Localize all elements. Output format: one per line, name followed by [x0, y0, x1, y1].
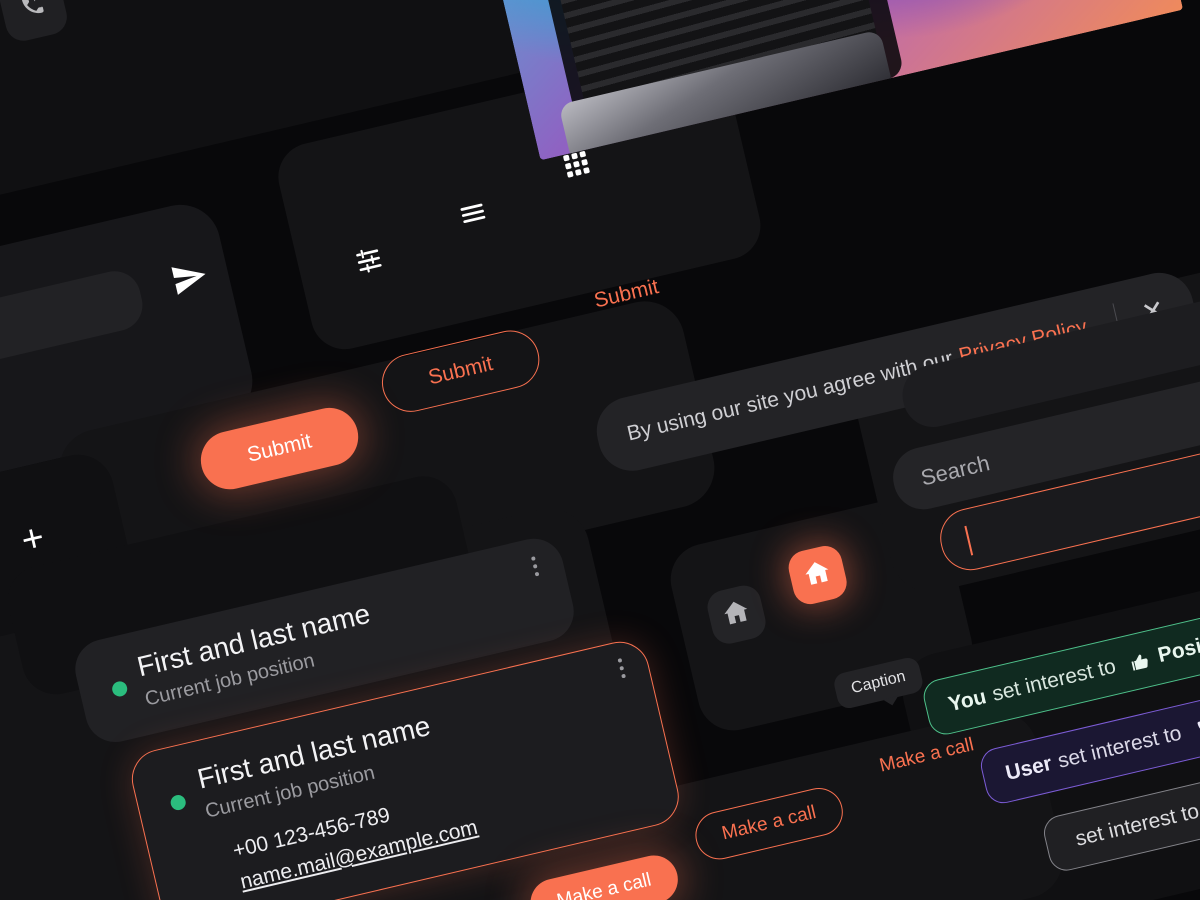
car-photo — [431, 0, 1184, 161]
status-actor: User — [1003, 751, 1055, 785]
status-value: Positive — [1155, 626, 1200, 668]
sliders-icon — [351, 242, 388, 283]
send-button[interactable] — [166, 253, 214, 301]
thumbs-up-icon — [1127, 647, 1153, 673]
more-options-icon[interactable] — [530, 556, 540, 577]
ui-kit-canvas: 1 new note Submit Submit Submit Label ✕ … — [0, 0, 1200, 900]
search-placeholder-text: Search — [918, 450, 993, 491]
status-actor: You — [946, 685, 989, 717]
media-image-car — [431, 0, 1184, 161]
screenshot-root: 1 new note Submit Submit Submit Label ✕ … — [0, 0, 1200, 900]
home-icon — [718, 594, 755, 635]
more-options-icon[interactable] — [617, 658, 626, 679]
list-icon — [455, 195, 492, 236]
incoming-call-icon — [16, 0, 51, 26]
status-dot — [169, 793, 188, 812]
status-text: set interest to — [1073, 799, 1200, 851]
status-dot — [110, 679, 129, 698]
text-cursor — [964, 525, 974, 556]
missed-call-icon — [1192, 714, 1200, 740]
home-icon — [799, 555, 836, 596]
